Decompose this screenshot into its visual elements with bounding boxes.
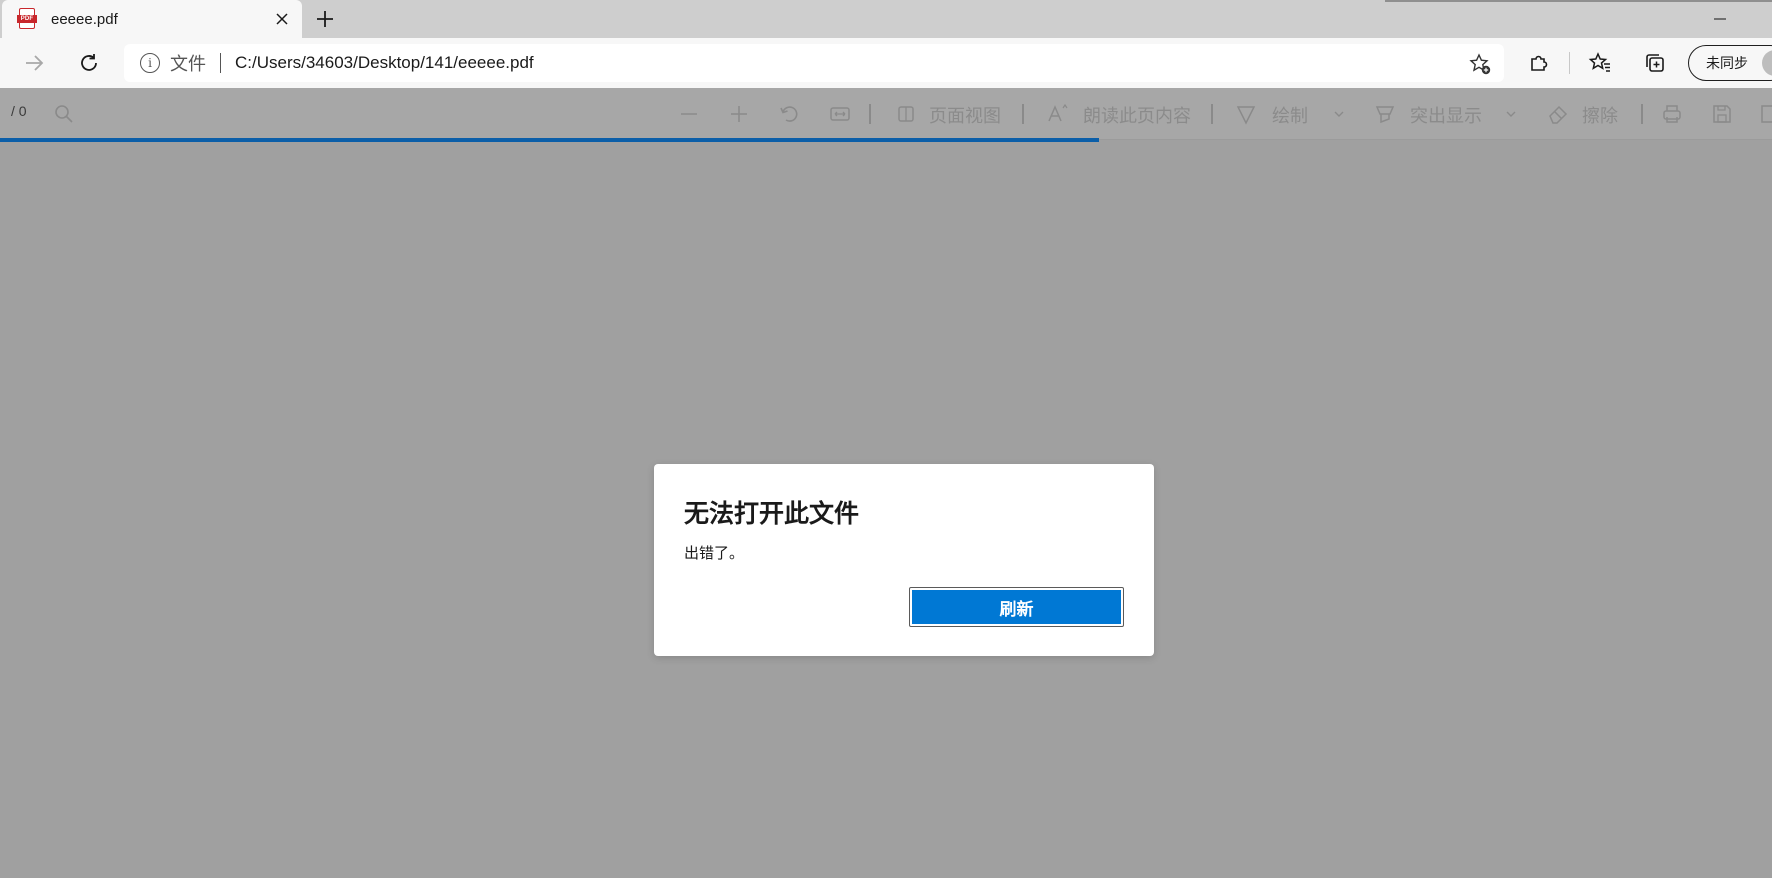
- toolbar-divider: [1211, 104, 1213, 124]
- rotate-icon[interactable]: [777, 102, 801, 126]
- search-icon[interactable]: [52, 102, 76, 126]
- save-icon[interactable]: [1710, 102, 1734, 126]
- info-icon[interactable]: i: [140, 53, 160, 73]
- zoom-out-icon[interactable]: [677, 102, 701, 126]
- loading-progress-bar: [0, 138, 1772, 142]
- toolbar-divider: [1641, 104, 1643, 124]
- page-view-icon[interactable]: [894, 102, 918, 126]
- toolbar-divider: [869, 104, 871, 124]
- address-toolbar: i 文件 C:/Users/34603/Desktop/141/eeeee.pd…: [0, 38, 1772, 88]
- page-view-label[interactable]: 页面视图: [929, 102, 1001, 128]
- read-aloud-label[interactable]: 朗读此页内容: [1083, 102, 1191, 128]
- eraser-icon[interactable]: [1546, 102, 1570, 126]
- url-text[interactable]: C:/Users/34603/Desktop/141/eeeee.pdf: [235, 53, 534, 73]
- minimize-icon[interactable]: [1710, 10, 1730, 28]
- highlight-label[interactable]: 突出显示: [1410, 102, 1482, 128]
- toolbar-divider: [1569, 52, 1570, 74]
- tab-strip: PDF eeeee.pdf: [0, 0, 1772, 38]
- draw-icon[interactable]: [1234, 102, 1258, 126]
- sync-status-label: 未同步: [1706, 55, 1748, 71]
- profile-sync-button[interactable]: 未同步: [1688, 45, 1772, 81]
- pdf-file-icon: PDF: [17, 8, 37, 30]
- chevron-down-icon[interactable]: [1499, 102, 1523, 126]
- error-dialog: 无法打开此文件 出错了。 刷新: [654, 464, 1154, 656]
- add-favorite-icon[interactable]: [1468, 52, 1492, 76]
- refresh-icon[interactable]: [76, 50, 102, 76]
- draw-label[interactable]: 绘制: [1272, 102, 1308, 128]
- refresh-button-label: 刷新: [912, 590, 1121, 624]
- loading-progress-fill: [0, 138, 1099, 142]
- dialog-message: 出错了。: [684, 545, 745, 562]
- highlight-icon[interactable]: [1373, 102, 1397, 126]
- toolbar-divider: [1022, 104, 1024, 124]
- zoom-in-icon[interactable]: [727, 102, 751, 126]
- new-tab-button[interactable]: [314, 8, 336, 30]
- read-aloud-icon[interactable]: [1046, 102, 1070, 126]
- tab-active[interactable]: PDF eeeee.pdf: [2, 0, 302, 38]
- save-as-icon[interactable]: [1758, 102, 1772, 126]
- refresh-button[interactable]: 刷新: [909, 587, 1124, 627]
- page-count: / 0: [11, 103, 27, 119]
- pdf-toolbar: / 0 页面视图 朗读此页内容 绘制 突出显示 擦除: [0, 88, 1772, 140]
- window-shadow: [1385, 0, 1772, 2]
- extensions-icon[interactable]: [1526, 50, 1552, 76]
- forward-arrow-icon[interactable]: [21, 50, 47, 76]
- close-icon[interactable]: [272, 9, 292, 29]
- url-scheme-label: 文件: [170, 54, 206, 74]
- collections-icon[interactable]: [1642, 50, 1668, 76]
- print-icon[interactable]: [1660, 102, 1684, 126]
- favorites-icon[interactable]: [1587, 50, 1613, 76]
- erase-label[interactable]: 擦除: [1582, 102, 1618, 128]
- tab-title: eeeee.pdf: [51, 10, 118, 28]
- fit-width-icon[interactable]: [828, 102, 852, 126]
- dialog-title: 无法打开此文件: [684, 500, 860, 528]
- chevron-down-icon[interactable]: [1327, 102, 1351, 126]
- address-bar[interactable]: i 文件 C:/Users/34603/Desktop/141/eeeee.pd…: [124, 44, 1504, 82]
- url-separator: [220, 53, 221, 73]
